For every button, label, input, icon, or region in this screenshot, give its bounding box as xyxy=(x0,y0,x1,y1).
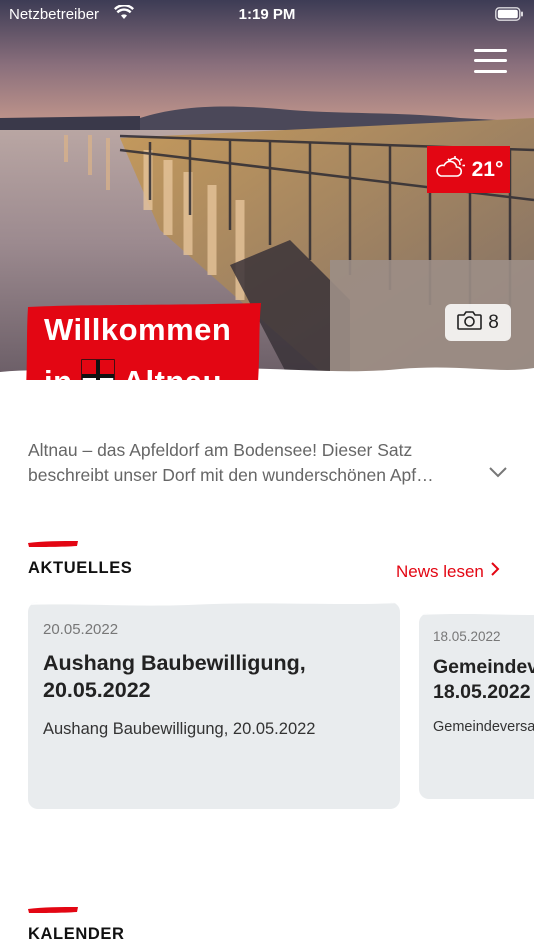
news-date: 18.05.2022 xyxy=(433,629,501,644)
news-title: Aushang Baubewilligung, 20.05.2022 xyxy=(43,650,306,704)
welcome-title-line1: Willkommen xyxy=(44,312,232,347)
photo-gallery-button[interactable]: 8 xyxy=(445,304,511,341)
card-torn-edge xyxy=(419,613,534,615)
card-torn-edge xyxy=(28,602,400,606)
news-title-line2: 20.05.2022 xyxy=(43,678,151,702)
welcome-banner: Willkommen in Altnau xyxy=(25,303,263,380)
news-card[interactable]: 20.05.2022 Aushang Baubewilligung, 20.05… xyxy=(28,602,400,809)
status-bar: Netzbetreiber 1:19 PM xyxy=(0,0,534,30)
news-date: 20.05.2022 xyxy=(43,621,119,638)
chevron-right-icon xyxy=(490,561,500,582)
battery-icon xyxy=(495,7,524,25)
hero-image: Netzbetreiber 1:19 PM 21° 8 Willkommen xyxy=(0,0,534,380)
news-summary: Gemeindeversammlung, 18.05.2022 xyxy=(433,719,534,735)
camera-icon xyxy=(457,310,483,336)
read-news-label: News lesen xyxy=(396,561,484,581)
news-title: Gemeindeversammlung, 18.05.2022 xyxy=(433,655,534,705)
chevron-down-icon[interactable] xyxy=(487,464,509,480)
altnau-coat-of-arms-icon xyxy=(80,359,115,380)
clock-time: 1:19 PM xyxy=(238,6,296,23)
news-title-line2: 18.05.2022 xyxy=(433,681,531,703)
news-summary: Aushang Baubewilligung, 20.05.2022 xyxy=(43,720,316,738)
hamburger-menu-icon[interactable] xyxy=(474,46,508,76)
read-news-link[interactable]: News lesen xyxy=(396,561,500,582)
intro-text: Altnau – das Apfeldorf am Bodensee! Dies… xyxy=(28,440,434,485)
news-card[interactable]: 18.05.2022 Gemeindeversammlung, 18.05.20… xyxy=(419,613,534,799)
welcome-title-line2: in Altnau xyxy=(44,359,222,380)
photo-count: 8 xyxy=(488,311,499,333)
cloud-sun-icon xyxy=(434,156,466,183)
welcome-town: Altnau xyxy=(123,364,222,380)
temperature-value: 21° xyxy=(471,157,504,181)
news-title-line1: Aushang Baubewilligung, xyxy=(43,651,306,675)
news-title-line1: Gemeindeversammlung, xyxy=(433,656,534,678)
news-section-title: AKTUELLES xyxy=(28,559,133,577)
section-accent-mark xyxy=(28,907,78,913)
weather-badge[interactable]: 21° xyxy=(427,146,510,193)
calendar-section-title: KALENDER xyxy=(28,925,125,943)
section-accent-mark xyxy=(28,541,78,547)
welcome-prefix: in xyxy=(44,364,73,380)
